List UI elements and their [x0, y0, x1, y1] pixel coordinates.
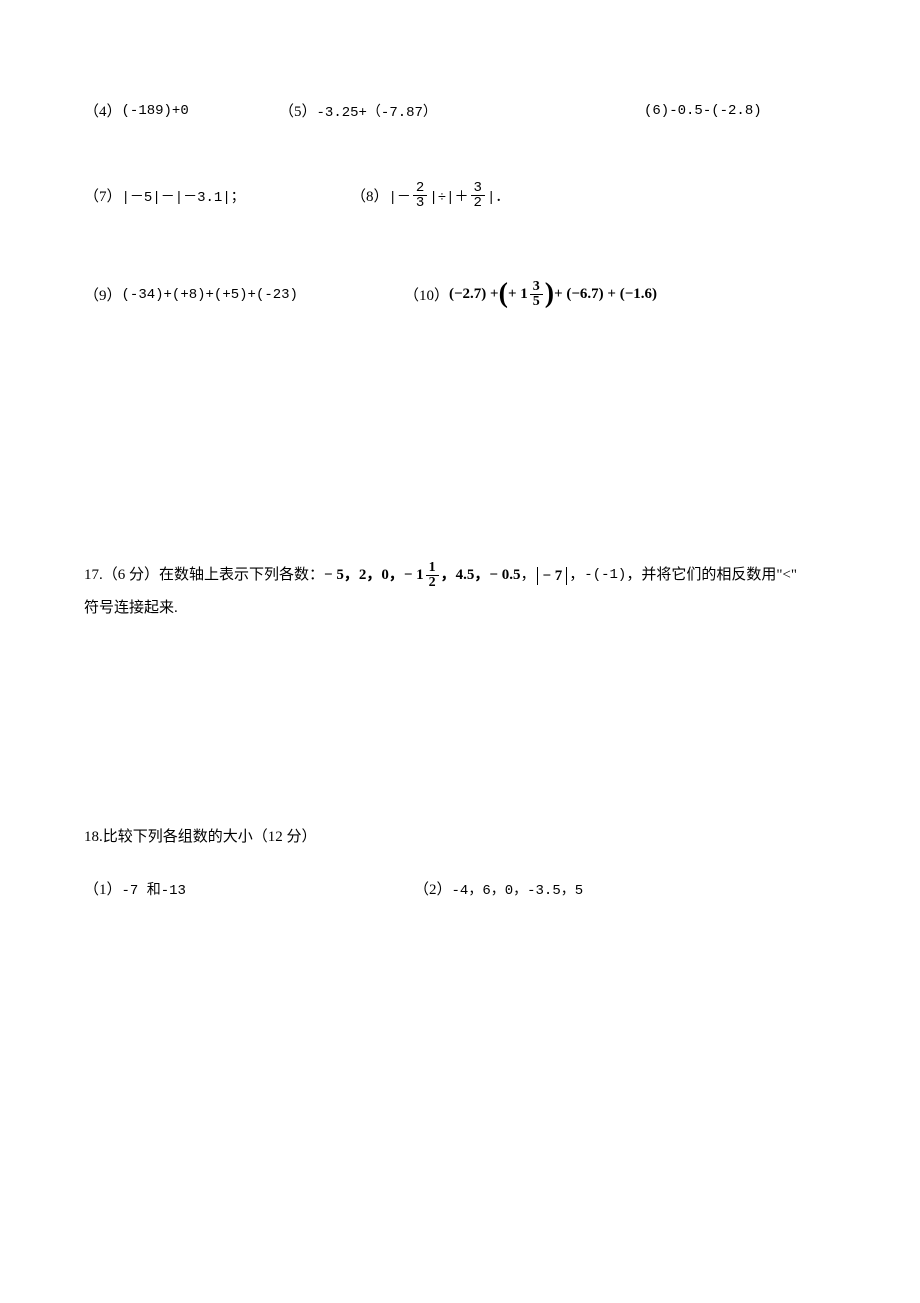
expr-part: |．	[487, 186, 509, 206]
problem-label: （7）	[84, 185, 122, 206]
problem-label: （8）	[351, 185, 389, 206]
comma: ，	[569, 559, 584, 592]
q17-line1: 17.（6 分）在数轴上表示下列各数： − 5，2，0， − 1 1 2 ，4.…	[84, 559, 836, 592]
q17-prefix: 17.（6 分）在数轴上表示下列各数：	[84, 559, 324, 592]
problem-6: (6) -0.5-(-2.8)	[644, 103, 762, 119]
abs-value: − 7	[537, 567, 567, 585]
q18-title: 18.比较下列各组数的大小（12 分）	[84, 825, 836, 846]
close-paren-icon: )	[545, 280, 554, 308]
mixed-whole: − 1	[404, 559, 424, 592]
fraction: 2 3	[413, 181, 427, 210]
problem-label: （4）	[84, 100, 122, 121]
problem-expr: (-189)+0	[122, 103, 189, 119]
question-17: 17.（6 分）在数轴上表示下列各数： − 5，2，0， − 1 1 2 ，4.…	[84, 559, 836, 625]
expr-part: + (−6.7) + (−1.6)	[554, 286, 657, 303]
question-18: 18.比较下列各组数的大小（12 分） （1） -7 和-13 （2） -4，6…	[84, 825, 836, 899]
q18-subproblems: （1） -7 和-13 （2） -4，6，0，-3.5，5	[84, 878, 836, 899]
problem-label: （1）	[84, 878, 122, 899]
problem-label: （5）	[279, 100, 317, 121]
expr-part: |÷|＋	[429, 186, 468, 206]
numerator: 2	[413, 181, 427, 196]
fraction: 3 2	[471, 181, 485, 210]
problem-expr: -0.5-(-2.8)	[669, 103, 761, 119]
problem-5: （5） -3.25+（-7.87）	[279, 100, 644, 121]
answer-space	[84, 625, 836, 825]
mixed-whole: + 1	[508, 286, 528, 303]
problem-expr: (-34)+(+8)+(+5)+(-23)	[122, 287, 298, 303]
problem-7: （7） |－5|－|－3.1|；	[84, 185, 351, 206]
problem-row-78: （7） |－5|－|－3.1|； （8） |－ 2 3 |÷|＋ 3 2 |．	[84, 181, 836, 210]
problem-expr: -3.25+（-7.87）	[317, 101, 437, 121]
problem-label: （9）	[84, 284, 122, 305]
q17-nums2: ，4.5，− 0.5	[441, 559, 521, 592]
denominator: 2	[426, 576, 439, 590]
q17-nums: − 5，2，0，	[324, 559, 404, 592]
problem-row-456: （4） (-189)+0 （5） -3.25+（-7.87） (6) -0.5-…	[84, 100, 836, 121]
open-paren-icon: (	[499, 280, 508, 308]
problem-10: （10） (−2.7) + ( + 1 3 5 ) + (−6.7) + (−1…	[404, 280, 657, 309]
q18-problem-2: （2） -4，6，0，-3.5，5	[414, 878, 583, 899]
comma: ，	[520, 559, 535, 592]
q17-tail: ，并将它们的相反数用"<"	[626, 559, 797, 592]
problem-4: （4） (-189)+0	[84, 100, 279, 121]
denominator: 3	[413, 196, 427, 210]
numerator: 3	[530, 280, 543, 295]
fraction: 1 2	[426, 561, 439, 590]
neg-neg-one: -(-1)	[584, 560, 626, 591]
problem-text: -4，6，0，-3.5，5	[452, 879, 584, 899]
problem-9: （9） (-34)+(+8)+(+5)+(-23)	[84, 284, 404, 305]
fraction: 3 5	[530, 280, 543, 309]
numerator: 3	[471, 181, 485, 196]
problem-label: （2）	[414, 878, 452, 899]
expr-part: |－	[389, 186, 411, 206]
problem-row-910: （9） (-34)+(+8)+(+5)+(-23) （10） (−2.7) + …	[84, 280, 836, 309]
numerator: 1	[426, 561, 439, 576]
q17-line2: 符号连接起来.	[84, 592, 836, 625]
problem-8: （8） |－ 2 3 |÷|＋ 3 2 |．	[351, 181, 509, 210]
q18-problem-1: （1） -7 和-13	[84, 878, 414, 899]
problem-label: （10）	[404, 284, 449, 305]
expr-part: (−2.7) +	[449, 286, 499, 303]
problem-label: (6)	[644, 103, 669, 119]
denominator: 2	[471, 196, 485, 210]
problem-expr: |－5|－|－3.1|；	[122, 186, 245, 206]
denominator: 5	[530, 295, 543, 309]
problem-text: -7 和-13	[122, 879, 186, 899]
